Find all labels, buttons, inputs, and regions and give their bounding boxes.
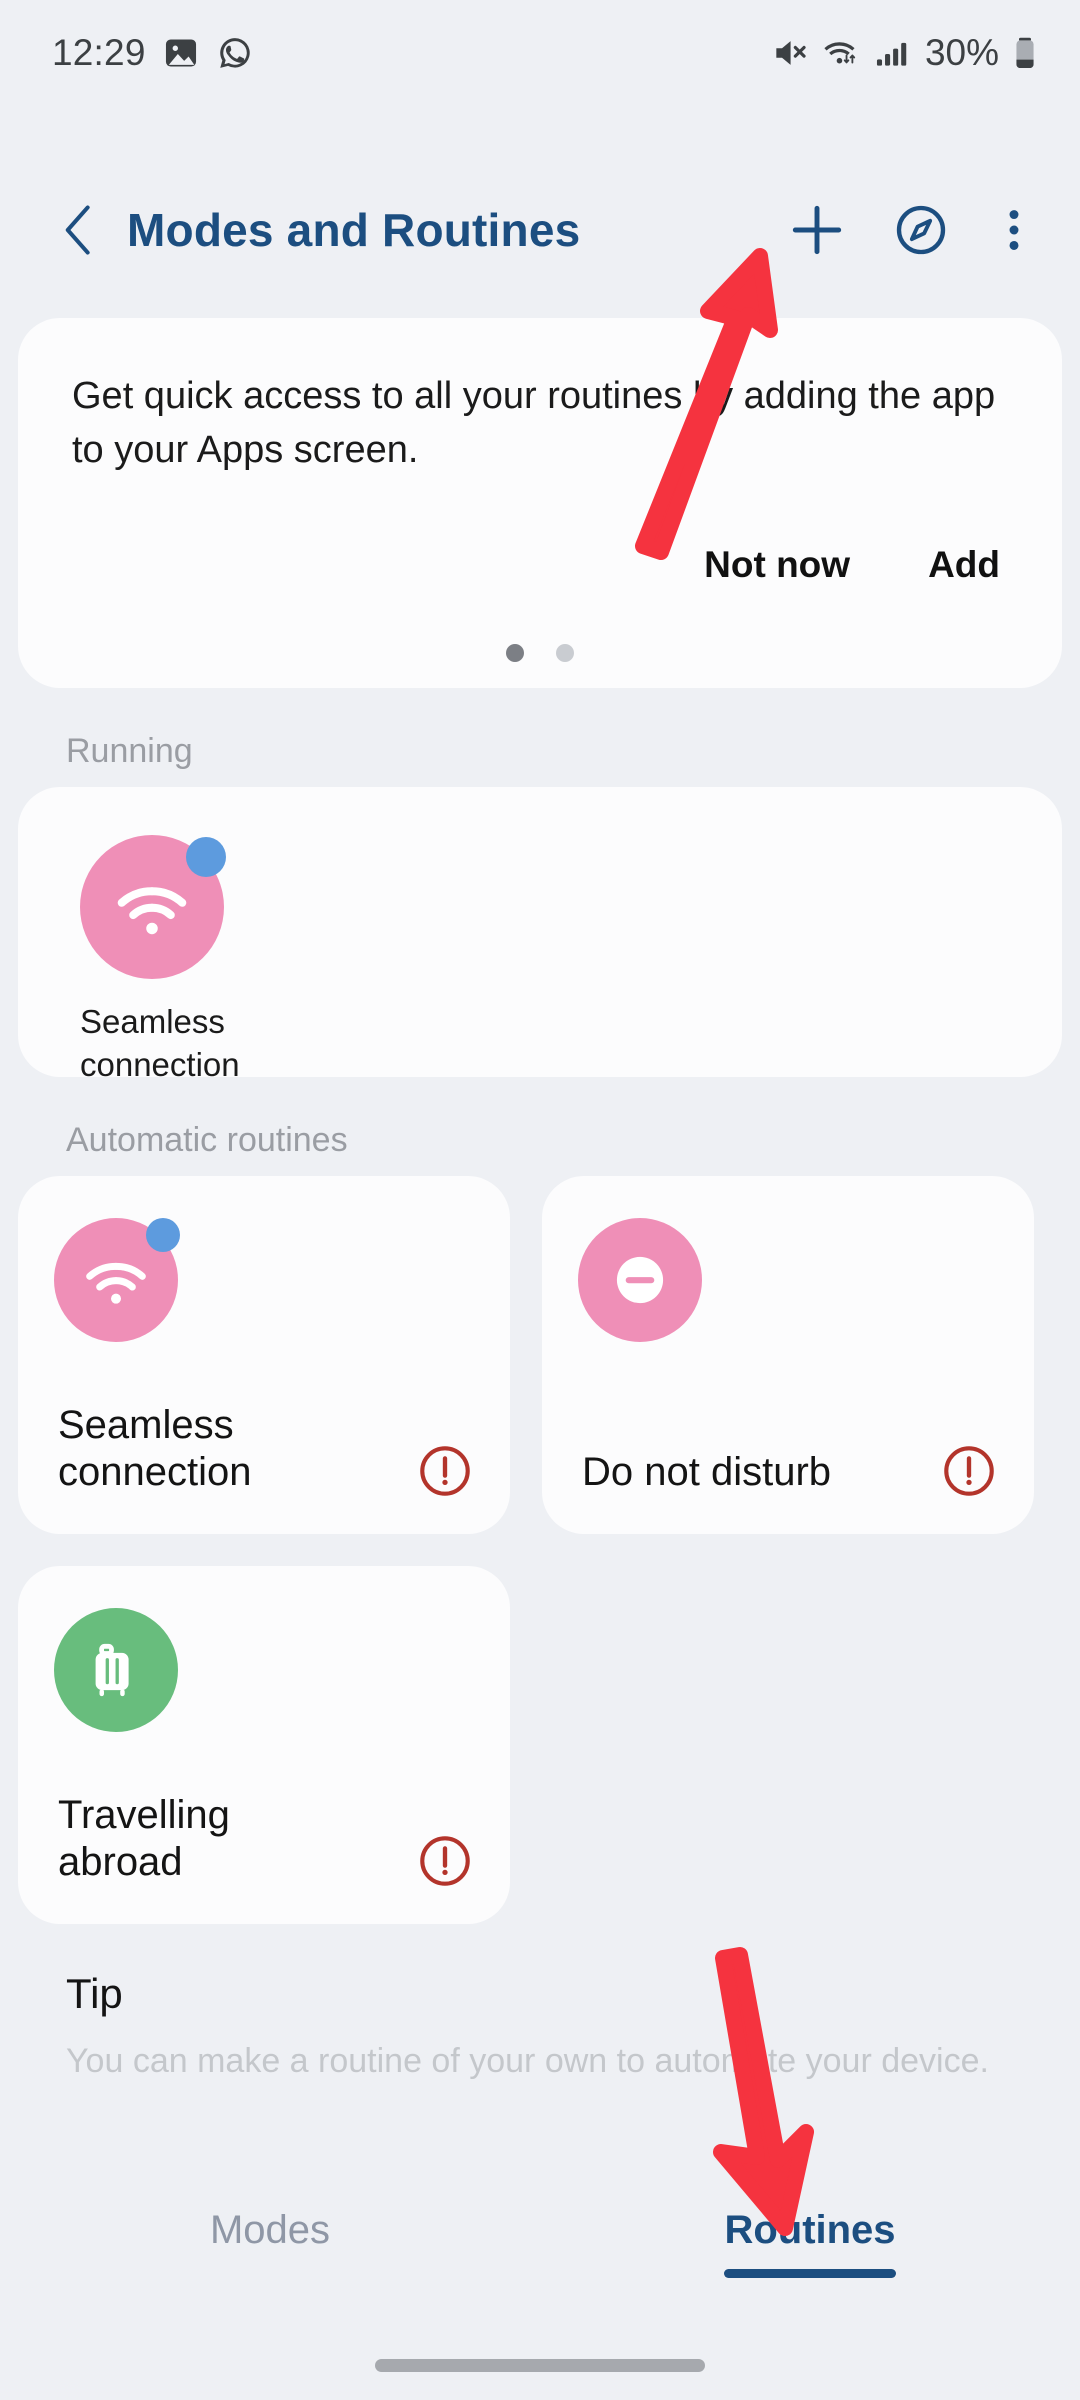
- status-badge: [186, 837, 226, 877]
- page-title: Modes and Routines: [127, 204, 581, 256]
- home-gesture-bar[interactable]: [375, 2359, 705, 2372]
- section-label-running: Running: [66, 732, 193, 770]
- routine-name-line1: Travelling: [58, 1792, 230, 1837]
- banner-page-indicator: [18, 644, 1062, 662]
- routine-name: Travelling abroad: [58, 1792, 230, 1886]
- tip-section: Tip You can make a routine of your own t…: [0, 1970, 1080, 2081]
- add-button[interactable]: Add: [928, 544, 1000, 586]
- routine-name-line1: Seamless: [58, 1402, 234, 1447]
- tab-routines-underline: [724, 2269, 896, 2278]
- tab-routines[interactable]: Routines: [540, 2208, 1080, 2278]
- routine-name-line1: Do not disturb: [582, 1449, 832, 1494]
- plus-icon[interactable]: [786, 199, 848, 261]
- banner-text: Get quick access to all your routines by…: [72, 375, 996, 471]
- banner-actions: Not now Add: [704, 544, 1000, 586]
- routine-name: Do not disturb: [582, 1449, 831, 1496]
- battery-icon: [1016, 37, 1034, 68]
- status-badge: [146, 1218, 180, 1252]
- tab-modes[interactable]: Modes: [0, 2208, 540, 2278]
- app-header: Modes and Routines: [0, 175, 1080, 285]
- battery-percent: 30%: [924, 31, 999, 73]
- wifi-icon: [824, 41, 856, 63]
- signal-icon: [876, 42, 907, 66]
- back-chevron-icon[interactable]: [58, 204, 100, 256]
- warning-icon[interactable]: [416, 1442, 474, 1500]
- routine-name: Seamless connection: [58, 1402, 251, 1496]
- bottom-tab-bar: Modes Routines: [0, 2180, 1080, 2400]
- more-options-icon[interactable]: [994, 201, 1034, 259]
- apps-screen-banner[interactable]: Get quick access to all your routines by…: [18, 318, 1062, 688]
- routine-card-seamless-connection[interactable]: Seamless connection: [18, 1176, 510, 1534]
- tab-modes-label: Modes: [209, 2208, 331, 2252]
- running-routine-label-line1: Seamless: [80, 1003, 225, 1040]
- do-not-disturb-icon: [578, 1218, 702, 1342]
- status-bar-left: 12:29: [52, 32, 254, 74]
- routine-name-line2: connection: [58, 1449, 252, 1494]
- routine-icon-wrap: [578, 1218, 702, 1342]
- gallery-icon: [165, 39, 196, 66]
- tip-body: You can make a routine of your own to au…: [66, 2042, 989, 2080]
- suitcase-icon: [54, 1608, 178, 1732]
- warning-icon[interactable]: [416, 1832, 474, 1890]
- header-actions: [786, 199, 1040, 261]
- routine-name-line2: abroad: [58, 1839, 183, 1884]
- whatsapp-icon: [219, 37, 250, 68]
- routine-card-travelling-abroad[interactable]: Travelling abroad: [18, 1566, 510, 1924]
- section-label-automatic-routines: Automatic routines: [66, 1121, 348, 1159]
- status-time: 12:29: [52, 31, 146, 73]
- phone-screen: 12:29 30% Modes and Routines Get quick a…: [0, 0, 1080, 2400]
- routine-icon-wrap: [54, 1218, 180, 1342]
- compass-icon[interactable]: [892, 201, 950, 259]
- routine-icon-wrap: [80, 835, 226, 979]
- tab-modes-underline: [184, 2269, 356, 2278]
- page-dot-2[interactable]: [556, 644, 574, 662]
- not-now-button[interactable]: Not now: [704, 544, 850, 586]
- running-routine-label: Seamless connection: [80, 1001, 1062, 1087]
- status-bar: 12:29 30%: [0, 0, 1080, 105]
- routine-card-do-not-disturb[interactable]: Do not disturb: [542, 1176, 1034, 1534]
- mute-icon: [776, 40, 806, 65]
- running-routine-label-line2: connection: [80, 1045, 240, 1083]
- scroll-content[interactable]: Get quick access to all your routines by…: [0, 300, 1080, 2180]
- routine-icon-wrap: [54, 1608, 178, 1732]
- tip-title: Tip: [66, 1970, 123, 2017]
- status-bar-right: 30%: [770, 32, 1038, 74]
- running-routine-card[interactable]: Seamless connection: [18, 787, 1062, 1083]
- scroll-fade: [0, 2120, 1080, 2180]
- automatic-routines-grid: Seamless connection Do not disturb Trave…: [18, 1176, 1062, 1924]
- page-dot-1[interactable]: [506, 644, 524, 662]
- tab-routines-label: Routines: [724, 2208, 896, 2252]
- warning-icon[interactable]: [940, 1442, 998, 1500]
